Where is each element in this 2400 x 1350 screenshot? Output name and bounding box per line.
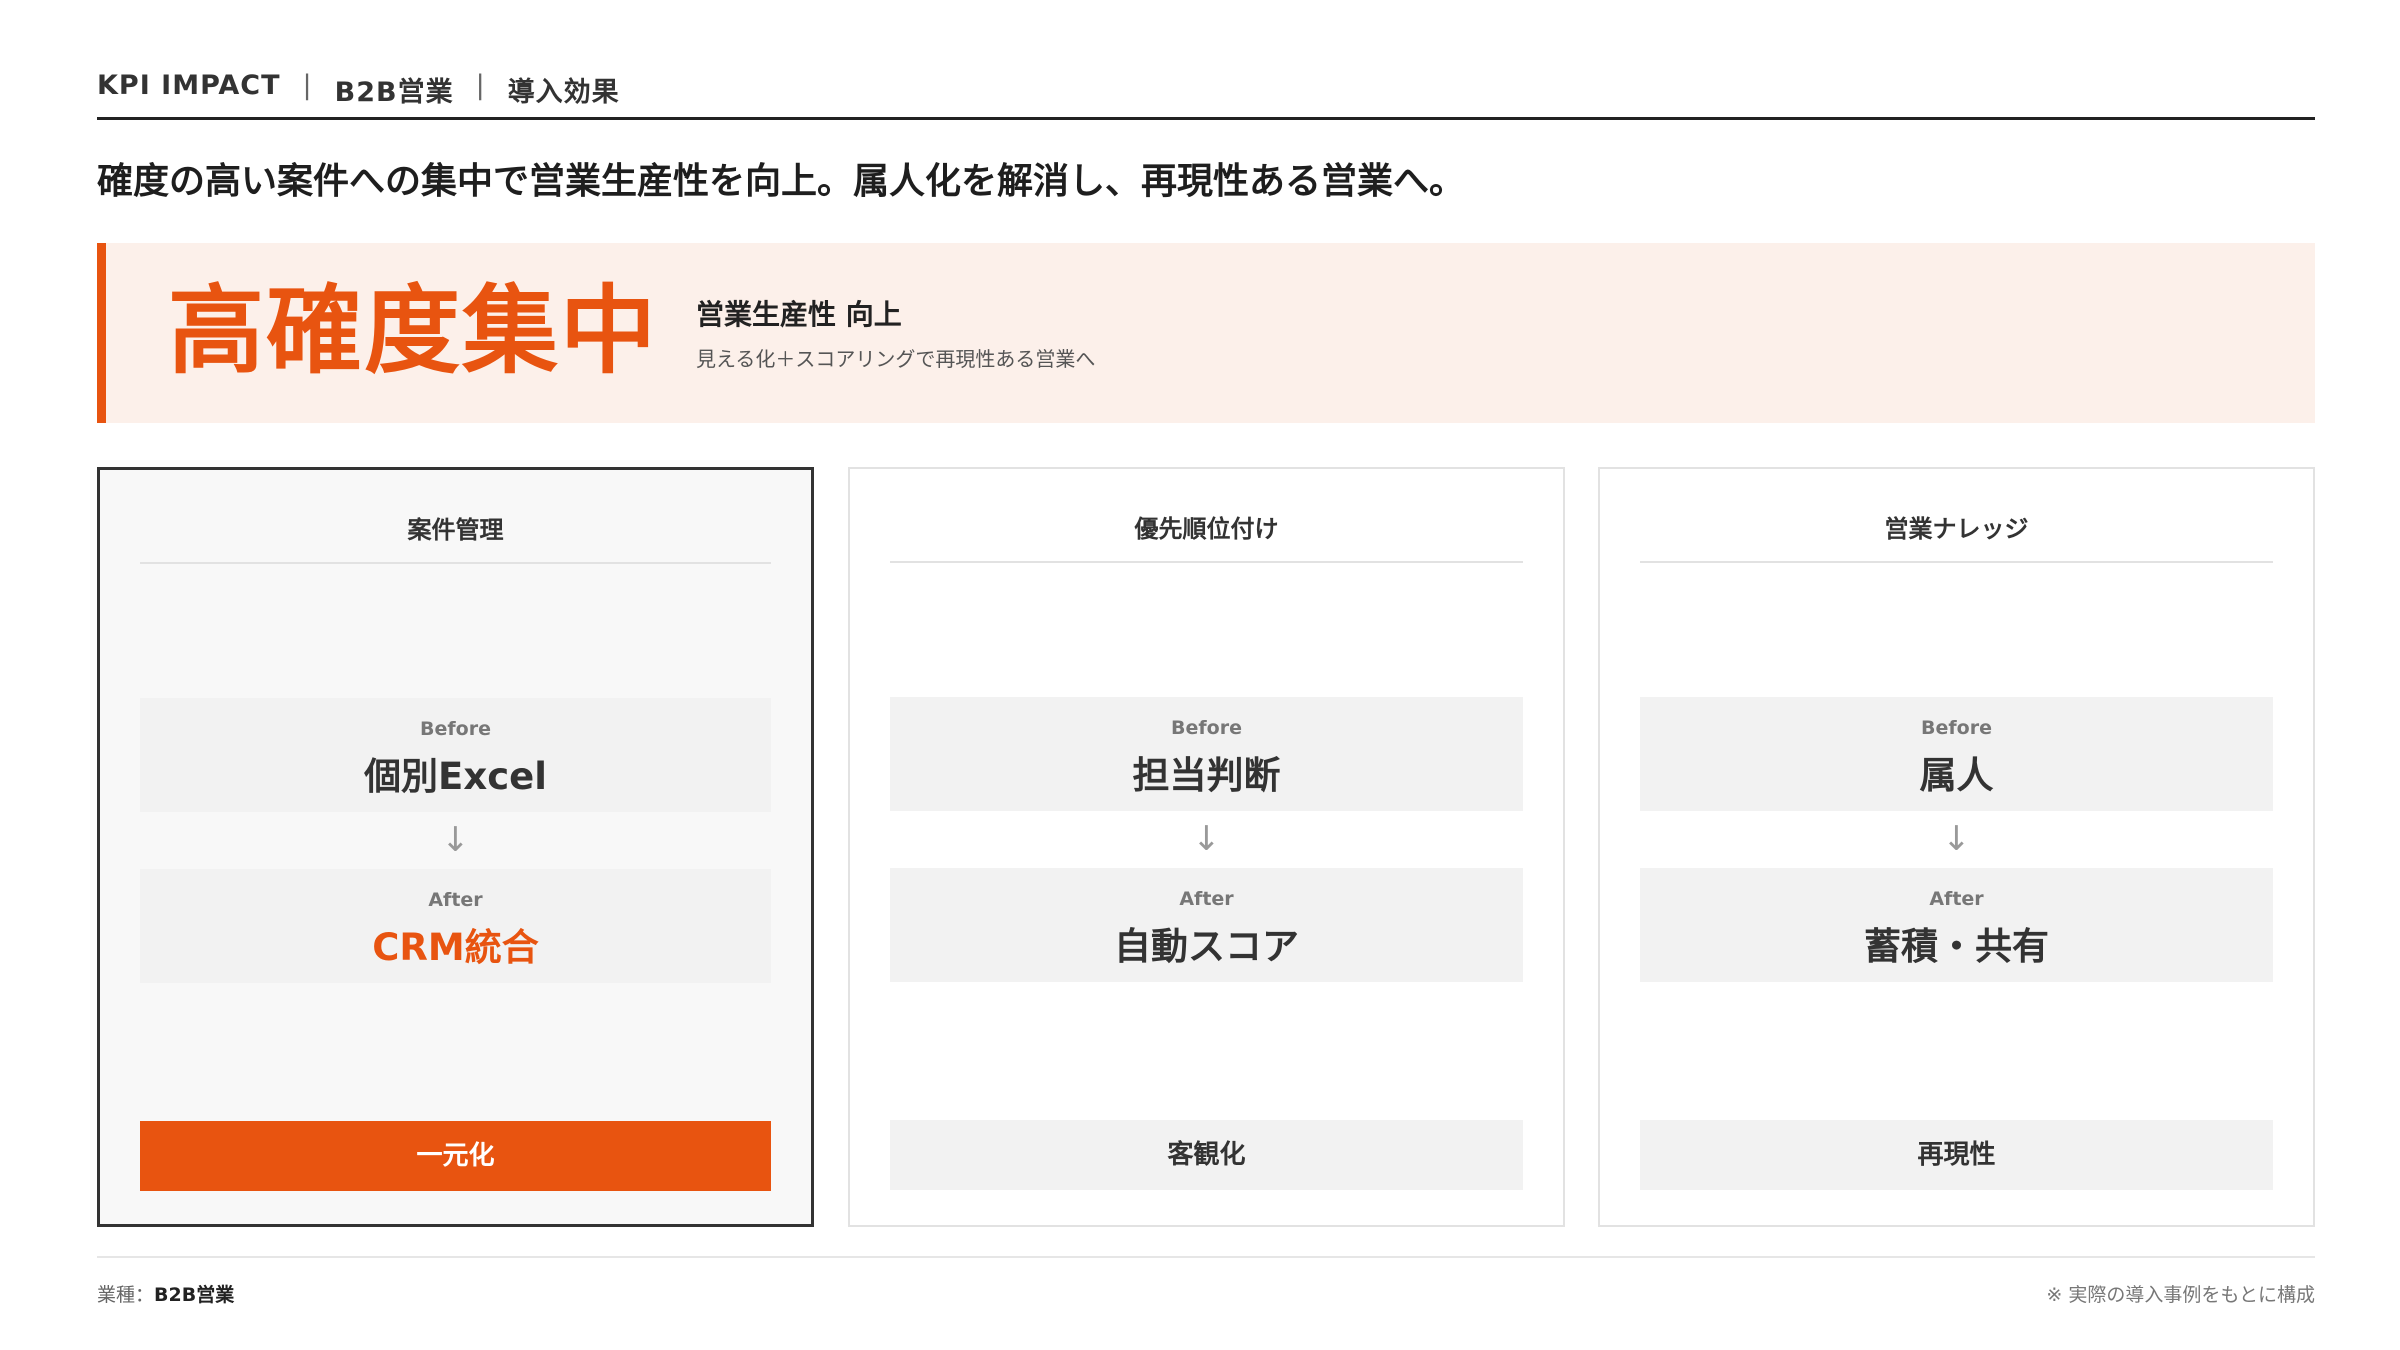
header-item-industry: B2B営業 <box>334 77 454 108</box>
hero-banner: 高確度集中 営業生産性 向上 見える化＋スコアリングで再現性ある営業へ <box>97 243 2315 423</box>
before-box: Before 個別Excel <box>140 698 771 812</box>
down-arrow-icon: ↓ <box>1192 819 1221 859</box>
card-title: 営業ナレッジ <box>1640 509 2273 563</box>
after-value: CRM統合 <box>372 926 539 969</box>
card-case-management[interactable]: 案件管理 Before 個別Excel ↓ After CRM統合 一元化 <box>97 467 814 1227</box>
card-sales-knowledge[interactable]: 営業ナレッジ Before 属人 ↓ After 蓄積・共有 再現性 <box>1598 467 2315 1227</box>
result-badge: 再現性 <box>1640 1120 2273 1190</box>
after-label: After <box>1929 888 1984 910</box>
footer-industry-label: 業種： <box>97 1284 155 1306</box>
page-headline: 確度の高い案件への集中で営業生産性を向上。属人化を解消し、再現性ある営業へ。 <box>97 161 1466 202</box>
hero-description: 見える化＋スコアリングで再現性ある営業へ <box>696 347 1096 371</box>
footer-divider <box>97 1256 2315 1258</box>
after-value: 自動スコア <box>1114 925 1299 968</box>
card-prioritization[interactable]: 優先順位付け Before 担当判断 ↓ After 自動スコア 客観化 <box>848 467 1565 1227</box>
before-value: 担当判断 <box>1132 754 1281 797</box>
before-value: 属人 <box>1919 754 1994 797</box>
footer-industry-value: B2B営業 <box>154 1284 235 1306</box>
header-item-effect: 導入効果 <box>507 77 620 108</box>
after-label: After <box>1179 888 1234 910</box>
before-label: Before <box>1921 717 1992 739</box>
before-label: Before <box>1171 717 1242 739</box>
after-value: 蓄積・共有 <box>1864 925 2049 968</box>
before-value: 個別Excel <box>364 755 547 798</box>
breadcrumb-header: KPI IMPACT | B2B営業 | 導入効果 <box>97 70 2315 120</box>
card-title: 案件管理 <box>140 510 771 564</box>
before-box: Before 属人 <box>1640 697 2273 811</box>
after-label: After <box>428 889 483 911</box>
before-box: Before 担当判断 <box>890 697 1523 811</box>
down-arrow-icon: ↓ <box>1942 819 1971 859</box>
after-box: After 自動スコア <box>890 868 1523 982</box>
header-item-kpi: KPI IMPACT <box>97 70 281 101</box>
footer-note: ※ 実際の導入事例をもとに構成 <box>2046 1284 2315 1306</box>
hero-subtitle: 営業生産性 向上 <box>696 298 902 331</box>
down-arrow-icon: ↓ <box>441 820 470 860</box>
header-separator: | <box>475 70 486 101</box>
result-badge: 客観化 <box>890 1120 1523 1190</box>
header-separator: | <box>302 70 313 101</box>
before-label: Before <box>420 718 491 740</box>
hero-title: 高確度集中 <box>168 275 658 387</box>
after-box: After CRM統合 <box>140 869 771 983</box>
result-badge: 一元化 <box>140 1121 771 1191</box>
card-title: 優先順位付け <box>890 509 1523 563</box>
footer-industry: 業種：B2B営業 <box>97 1280 234 1307</box>
after-box: After 蓄積・共有 <box>1640 868 2273 982</box>
